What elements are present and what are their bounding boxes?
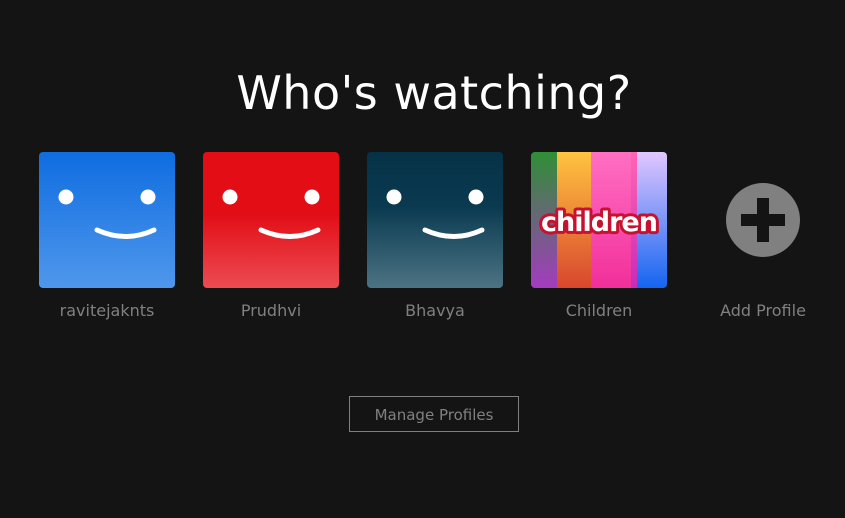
profile-bhavya[interactable]: Bhavya — [367, 152, 503, 321]
svg-text:children: children — [541, 207, 657, 238]
children-logo-icon: children — [531, 152, 667, 288]
add-profile[interactable]: Add Profile — [695, 152, 831, 321]
profile-name: Children — [565, 301, 633, 320]
smiley-face-icon — [203, 152, 339, 288]
profile-prudhvi[interactable]: Prudhvi — [203, 152, 339, 321]
plus-circle-icon — [726, 183, 800, 257]
page-title: Who's watching? — [236, 66, 632, 120]
profile-avatar[interactable]: children — [531, 152, 667, 288]
add-profile-tile[interactable] — [695, 152, 831, 288]
profile-name: Prudhvi — [240, 301, 302, 320]
profile-avatar[interactable] — [39, 152, 175, 288]
profile-name: ravitejaknts — [59, 301, 155, 320]
manage-profiles-button[interactable]: Manage Profiles — [349, 396, 519, 432]
add-profile-label: Add Profile — [720, 301, 806, 320]
smiley-face-icon — [367, 152, 503, 288]
profile-selection-page: Who's watching? ravitejaknts Prudhvi Bha… — [0, 0, 845, 518]
profile-ravitejaknts[interactable]: ravitejaknts — [39, 152, 175, 321]
profile-avatar[interactable] — [203, 152, 339, 288]
smiley-face-icon — [39, 152, 175, 288]
profile-avatar[interactable] — [367, 152, 503, 288]
profile-children[interactable]: children Children — [531, 152, 667, 321]
profile-name: Bhavya — [405, 301, 465, 320]
